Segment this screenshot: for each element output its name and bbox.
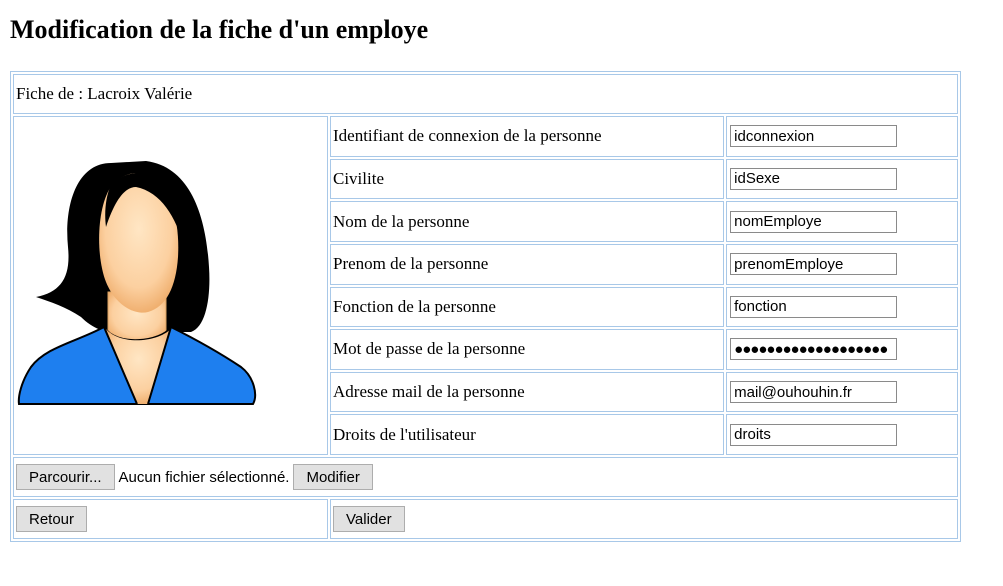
field-cell-mail (726, 371, 958, 413)
droits-input[interactable] (730, 423, 898, 446)
photo-cell (13, 116, 328, 455)
nom-input[interactable] (730, 210, 898, 233)
back-button[interactable]: Retour (16, 506, 88, 532)
field-label-nom: Nom de la personne (330, 201, 725, 242)
field-label-prenom: Prenom de la personne (330, 243, 725, 285)
field-label-droits: Droits de l'utilisateur (330, 414, 725, 455)
field-label-mail: Adresse mail de la personne (330, 371, 725, 413)
mail-input[interactable] (730, 381, 898, 404)
field-label-civilite: Civilite (330, 158, 725, 200)
validate-cell: Valider (330, 499, 958, 539)
fiche-header: Fiche de : Lacroix Valérie (13, 74, 958, 114)
idconnexion-input[interactable] (730, 125, 898, 148)
field-cell-idconnexion (726, 116, 958, 157)
field-cell-prenom (726, 243, 958, 285)
file-status-text: Aucun fichier sélectionné. (118, 468, 290, 486)
field-cell-fonction (726, 286, 958, 328)
civilite-input[interactable] (730, 167, 898, 190)
password-input[interactable] (730, 338, 898, 361)
employee-form-table: Fiche de : Lacroix Valérie Identifiant d… (10, 71, 961, 542)
field-label-password: Mot de passe de la personne (330, 329, 725, 370)
field-cell-civilite (726, 158, 958, 200)
field-label-idconnexion: Identifiant de connexion de la personne (330, 116, 725, 157)
fonction-input[interactable] (730, 295, 898, 318)
modify-photo-button[interactable]: Modifier (293, 464, 373, 490)
back-cell: Retour (13, 499, 328, 539)
field-cell-droits (726, 414, 958, 455)
woman-avatar-icon (16, 117, 325, 454)
browse-button[interactable]: Parcourir... (16, 464, 115, 490)
page-title: Modification de la fiche d'un employe (10, 15, 429, 44)
validate-button[interactable]: Valider (333, 506, 405, 532)
field-cell-password (726, 329, 958, 370)
field-cell-nom (726, 201, 958, 242)
file-upload-row: Parcourir... Aucun fichier sélectionné. Mo… (13, 457, 958, 497)
field-label-fonction: Fonction de la personne (330, 286, 725, 328)
prenom-input[interactable] (730, 253, 898, 276)
